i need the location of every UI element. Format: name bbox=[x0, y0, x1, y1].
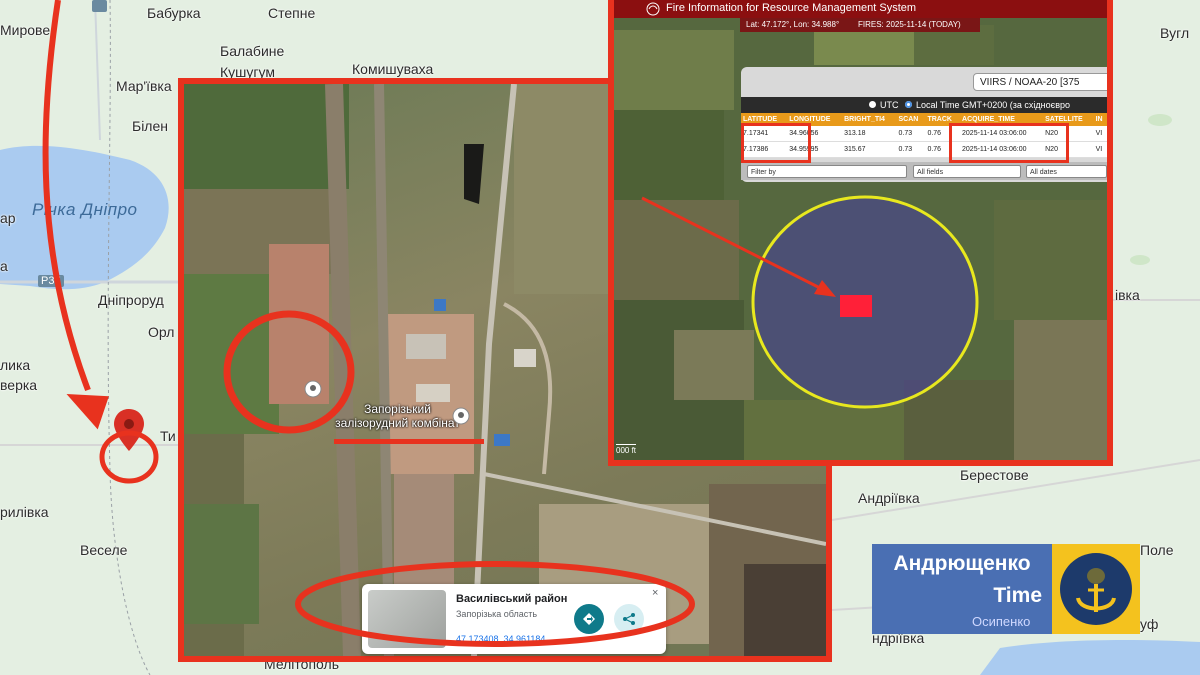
cell-instrument: VI bbox=[1093, 126, 1107, 142]
map-label-stepne: Степне bbox=[268, 5, 316, 21]
brand-map-label-osypenko: Осипенко bbox=[972, 614, 1031, 629]
map-label-uf: уф bbox=[1140, 616, 1159, 632]
map-label-komyshuvakha: Комишуваха bbox=[352, 61, 434, 77]
cell-instrument: VI bbox=[1093, 141, 1107, 158]
plant-marker-icon[interactable] bbox=[451, 406, 471, 426]
timezone-toggle[interactable]: UTC Local Time GMT+0200 (за східноєвро bbox=[741, 97, 1107, 113]
sensor-title[interactable]: VIIRS / NOAA-20 [375 bbox=[973, 73, 1107, 91]
column-header[interactable]: IN bbox=[1093, 113, 1107, 126]
filter-input[interactable]: Filter by bbox=[747, 165, 907, 178]
cell-bright: 313.18 bbox=[842, 126, 897, 142]
map-label-ivka: івка bbox=[1115, 287, 1140, 303]
cell-bright: 315.67 bbox=[842, 141, 897, 158]
annotation-arrow-curved bbox=[42, 0, 109, 430]
map-label-balabyne: Балабине bbox=[220, 43, 285, 59]
brand-watermark: Андрющенко Time Осипенко bbox=[872, 544, 1140, 634]
map-label-berestove: Берестове bbox=[960, 467, 1029, 483]
column-header[interactable]: BRIGHT_TI4 bbox=[842, 113, 897, 126]
plant-underline bbox=[334, 439, 484, 444]
map-label-vuhl: Вугл bbox=[1160, 25, 1190, 41]
fields-select[interactable]: All fields bbox=[913, 165, 1021, 178]
map-label-vesele: Веселе bbox=[80, 542, 128, 558]
coords-highlight-box bbox=[741, 123, 811, 163]
dates-select[interactable]: All dates bbox=[1026, 165, 1107, 178]
time-highlight-box bbox=[949, 123, 1069, 163]
cell-scan: 0.73 bbox=[896, 141, 926, 158]
sea-shape bbox=[980, 640, 1200, 675]
location-marker-icon[interactable] bbox=[303, 379, 323, 399]
info-card-annotation-ellipse bbox=[295, 561, 695, 647]
local-time-label: Local Time GMT+0200 (за східноєвро bbox=[916, 100, 1071, 110]
filter-row: Filter by All fields All dates bbox=[741, 162, 1107, 180]
local-time-radio[interactable] bbox=[905, 101, 912, 108]
anchor-logo-icon bbox=[1060, 553, 1132, 625]
map-label-pole: Поле bbox=[1140, 542, 1174, 558]
brand-name-line1: Андрющенко bbox=[893, 552, 1031, 575]
map-label-andriivka: Андріївка bbox=[858, 490, 920, 506]
brand-name-line2: Time bbox=[993, 584, 1042, 607]
utc-label: UTC bbox=[880, 100, 899, 110]
brand-name-box: Андрющенко Time Осипенко bbox=[872, 544, 1052, 634]
column-header[interactable]: SCAN bbox=[896, 113, 926, 126]
map-scale: 000 ft bbox=[616, 444, 637, 455]
firms-inset[interactable]: Fire Information for Resource Management… bbox=[608, 0, 1113, 466]
map-label-rylivka: рилівка bbox=[0, 504, 49, 520]
plant-label: Запорізький залізорудний комбінат bbox=[335, 402, 460, 430]
utc-radio[interactable] bbox=[869, 101, 876, 108]
cell-scan: 0.73 bbox=[896, 126, 926, 142]
brand-logo bbox=[1052, 544, 1140, 634]
